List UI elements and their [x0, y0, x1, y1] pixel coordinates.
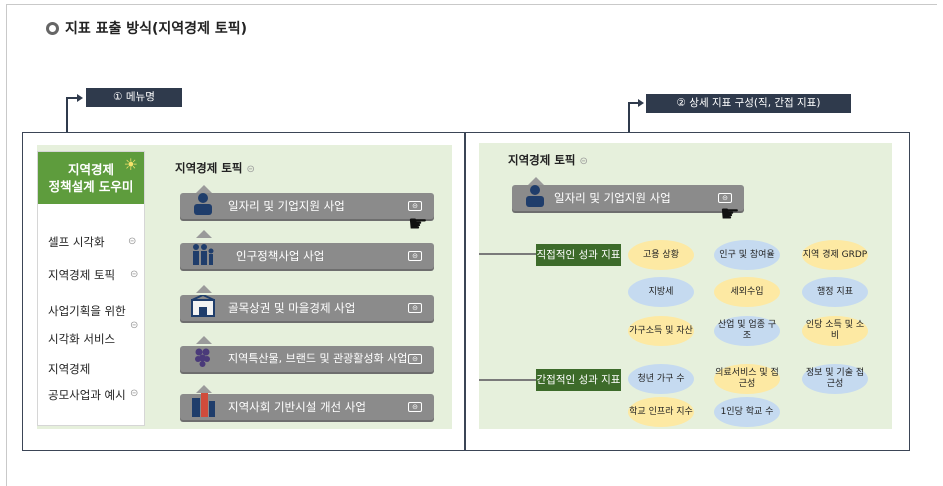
- sidebar-item-toggle-icon[interactable]: ⊝: [130, 269, 138, 280]
- sidebar-item-toggle-icon[interactable]: ⊝: [130, 320, 138, 331]
- right-topic-toggle-icon[interactable]: ⊝: [579, 156, 587, 167]
- callout-detail-arrow-icon: [638, 99, 644, 107]
- callout-detail: ② 상세 지표 구성(직, 간접 지표): [646, 94, 851, 113]
- bar-toggle-icon[interactable]: ⊝: [408, 201, 422, 211]
- lightbulb-icon: ☀: [123, 155, 138, 174]
- sidebar-item-label: 지역경제: [48, 362, 91, 376]
- business-bar-label: 지역사회 기반시설 개선 사업: [228, 400, 366, 414]
- indicator-per-capita-income: 인당 소득 및 소비: [802, 316, 868, 346]
- sidebar-item-label: 사업기획을 위한: [48, 304, 126, 318]
- indicator-schools-per-capita: 1인당 학교 수: [714, 397, 780, 427]
- family-icon: [190, 239, 216, 269]
- indicator-school-infrastructure: 학교 인프라 지수: [628, 397, 694, 427]
- section-title-text: 지표 표출 방식(지역경제 토픽): [65, 21, 247, 37]
- business-bar-local-commerce[interactable]: 골목상권 및 마을경제 사업 ⊝: [180, 295, 434, 321]
- left-topic-toggle-icon[interactable]: ⊝: [246, 164, 254, 175]
- indirect-indicator-tag: 간접적인 성과 지표: [536, 369, 621, 391]
- business-bar-label: 골목상권 및 마을경제 사업: [228, 301, 356, 315]
- building-icon: [190, 390, 216, 420]
- left-topic-title-text: 지역경제 토픽: [175, 161, 243, 175]
- section-bullet-icon: [46, 21, 59, 35]
- bar-toggle-icon[interactable]: ⊝: [408, 251, 422, 261]
- business-bar-specialty-tourism[interactable]: 지역특산물, 브랜드 및 관광활성화 사업 ⊝: [180, 346, 434, 372]
- hand-pointer-icon: ☛: [408, 212, 428, 237]
- left-topic-title: 지역경제 토픽 ⊝: [175, 160, 255, 176]
- sidebar-header-line2: 정책설계 도우미: [48, 179, 134, 194]
- right-topic-title: 지역경제 토픽 ⊝: [508, 152, 588, 168]
- right-topic-title-text: 지역경제 토픽: [508, 153, 576, 167]
- callout-menu-arrow-icon: [77, 94, 83, 102]
- bar-toggle-icon[interactable]: ⊝: [408, 354, 422, 364]
- indicator-grdp: 지역 경제 GRDP: [802, 240, 868, 270]
- worker-icon: [190, 189, 216, 219]
- business-bar-label: 일자리 및 기업지원 사업: [228, 199, 345, 213]
- indicator-non-tax-revenue: 세외수입: [714, 277, 780, 307]
- sidebar-item-regional-topic[interactable]: 지역경제 토픽: [48, 266, 115, 284]
- sidebar-header: 지역경제 정책설계 도우미 ☀: [38, 152, 144, 204]
- sidebar-item-label: 지역경제 토픽: [48, 268, 116, 282]
- sidebar-item-toggle-icon[interactable]: ⊝: [130, 388, 138, 399]
- hand-pointer-icon: ☛: [720, 202, 740, 227]
- sidebar-item-self-visualization[interactable]: 셀프 시각화: [48, 233, 105, 251]
- business-bar-population[interactable]: 인구정책사업 사업 ⊝: [180, 243, 434, 269]
- bar-peak: [196, 230, 212, 238]
- grape-icon: [190, 342, 216, 372]
- indicator-household-income: 가구소득 및 자산: [628, 316, 694, 346]
- direct-indicator-tag: 직접적인 성과 지표: [536, 244, 621, 266]
- selected-bar-label: 일자리 및 기업지원 사업: [554, 191, 671, 205]
- store-icon: [190, 291, 216, 321]
- direct-connector: [479, 253, 537, 255]
- sidebar: 지역경제 정책설계 도우미 ☀ 셀프 시각화 ⊝ 지역경제 토픽 ⊝ 사업기획을…: [37, 151, 145, 426]
- indicator-employment: 고용 상황: [628, 240, 694, 270]
- indicator-youth-households: 청년 가구 수: [628, 364, 694, 394]
- business-bar-jobs[interactable]: 일자리 및 기업지원 사업 ⊝: [180, 193, 434, 219]
- sidebar-item-label-2: 시각화 서비스: [48, 332, 116, 346]
- sidebar-item-label-2: 공모사업과 예시: [48, 388, 126, 402]
- business-bar-infrastructure[interactable]: 지역사회 기반시설 개선 사업 ⊝: [180, 393, 434, 420]
- sidebar-item-contest-examples[interactable]: 지역경제 공모사업과 예시: [48, 360, 126, 404]
- worker-icon: [522, 181, 548, 211]
- sidebar-item-label: 셀프 시각화: [48, 235, 105, 249]
- bar-toggle-icon[interactable]: ⊝: [408, 402, 422, 412]
- sidebar-item-planning-visualization[interactable]: 사업기획을 위한 시각화 서비스: [48, 302, 126, 348]
- indicator-population-participation: 인구 및 참여율: [714, 240, 780, 270]
- indicator-medical-access: 의료서비스 및 접근성: [714, 364, 780, 394]
- indicator-industry-structure: 산업 및 업종 구조: [714, 316, 780, 346]
- callout-menu: ① 메뉴명: [86, 88, 182, 107]
- business-bar-label: 인구정책사업 사업: [236, 249, 325, 263]
- selected-business-bar[interactable]: 일자리 및 기업지원 사업 ⊝: [512, 185, 744, 211]
- section-title: 지표 표출 방식(지역경제 토픽): [46, 18, 247, 38]
- indicator-local-tax: 지방세: [628, 277, 694, 307]
- indicator-info-tech-access: 정보 및 기술 접근성: [802, 364, 868, 394]
- sidebar-item-toggle-icon[interactable]: ⊝: [128, 236, 136, 247]
- indirect-connector: [479, 379, 537, 381]
- indicator-administrative: 행정 지표: [802, 277, 868, 307]
- business-bar-label: 지역특산물, 브랜드 및 관광활성화 사업: [228, 352, 408, 365]
- bar-toggle-icon[interactable]: ⊝: [408, 303, 422, 313]
